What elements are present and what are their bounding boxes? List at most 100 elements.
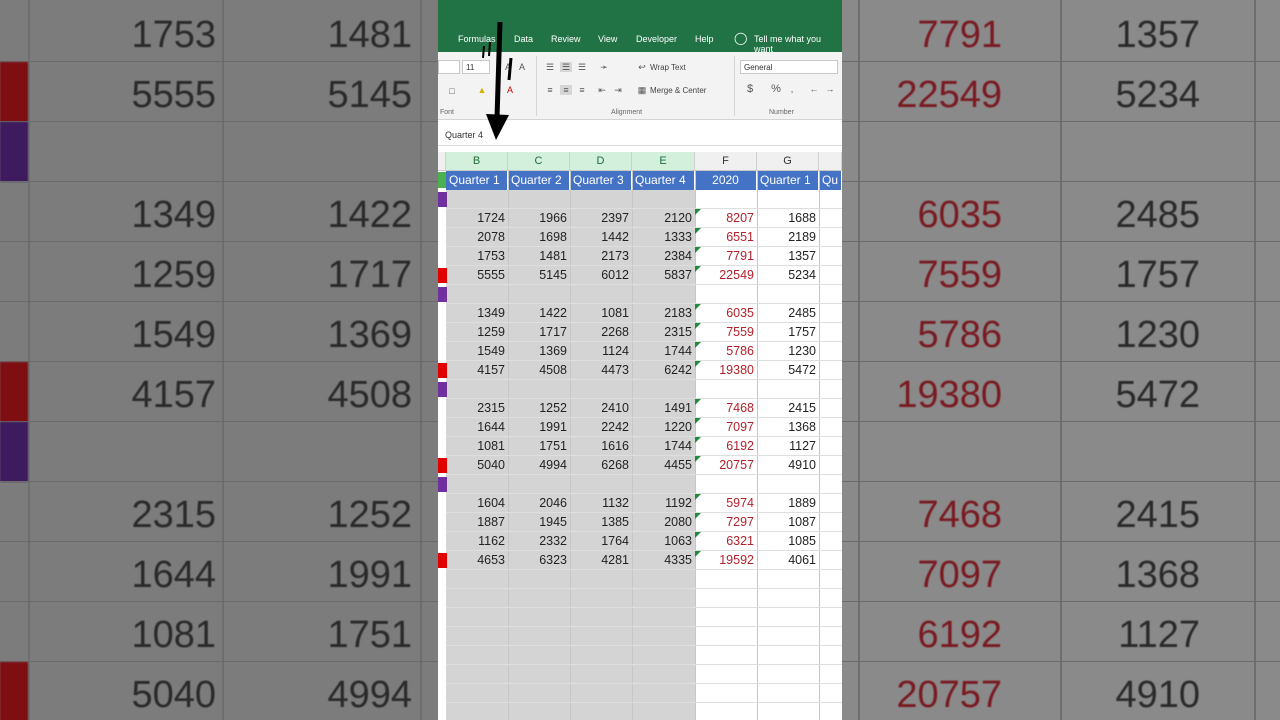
table-cell[interactable]: 6323 bbox=[508, 551, 570, 570]
table-cell[interactable]: 4455 bbox=[632, 456, 695, 475]
error-indicator-icon[interactable] bbox=[695, 532, 701, 538]
table-cell[interactable]: 1220 bbox=[632, 418, 695, 437]
table-cell[interactable]: 1644 bbox=[446, 418, 508, 437]
table-cell[interactable]: 1369 bbox=[508, 342, 570, 361]
table-cell[interactable]: 5786 bbox=[695, 342, 757, 361]
table-cell[interactable]: 5472 bbox=[757, 361, 819, 380]
table-cell[interactable] bbox=[757, 475, 819, 494]
error-indicator-icon[interactable] bbox=[695, 361, 701, 367]
table-cell[interactable]: 4335 bbox=[632, 551, 695, 570]
column-header-b[interactable]: B bbox=[446, 152, 508, 171]
table-cell[interactable] bbox=[570, 190, 632, 209]
table-cell[interactable]: 5837 bbox=[632, 266, 695, 285]
table-cell[interactable]: 2078 bbox=[446, 228, 508, 247]
table-cell[interactable]: 2485 bbox=[757, 304, 819, 323]
table-cell[interactable]: 2189 bbox=[757, 228, 819, 247]
error-indicator-icon[interactable] bbox=[695, 418, 701, 424]
decrease-indent-icon[interactable]: ⇤ bbox=[596, 85, 608, 95]
table-cell[interactable]: 4281 bbox=[570, 551, 632, 570]
table-cell[interactable]: 5145 bbox=[508, 266, 570, 285]
table-cell[interactable]: 1422 bbox=[508, 304, 570, 323]
table-cell[interactable]: 1698 bbox=[508, 228, 570, 247]
table-cell[interactable]: 7791 bbox=[695, 247, 757, 266]
table-cell[interactable] bbox=[632, 380, 695, 399]
column-header-e[interactable]: E bbox=[632, 152, 695, 171]
error-indicator-icon[interactable] bbox=[695, 551, 701, 557]
table-cell[interactable]: 2046 bbox=[508, 494, 570, 513]
table-cell[interactable] bbox=[632, 475, 695, 494]
table-cell[interactable]: 2415 bbox=[757, 399, 819, 418]
table-cell[interactable]: 1744 bbox=[632, 342, 695, 361]
table-cell[interactable]: 1333 bbox=[632, 228, 695, 247]
spreadsheet-grid[interactable]: Quarter 1 Quarter 2 Quarter 3 Quarter 4 … bbox=[446, 171, 842, 720]
table-cell[interactable]: 7559 bbox=[695, 323, 757, 342]
header-cell[interactable]: Quarter 4 bbox=[632, 171, 695, 190]
error-indicator-icon[interactable] bbox=[695, 513, 701, 519]
table-cell[interactable]: 5555 bbox=[446, 266, 508, 285]
header-cell[interactable]: 2020 bbox=[695, 171, 757, 190]
error-indicator-icon[interactable] bbox=[695, 228, 701, 234]
table-cell[interactable]: 2183 bbox=[632, 304, 695, 323]
table-cell[interactable] bbox=[570, 285, 632, 304]
table-cell[interactable]: 1385 bbox=[570, 513, 632, 532]
table-cell[interactable]: 8207 bbox=[695, 209, 757, 228]
middle-align-icon[interactable]: ☰ bbox=[560, 62, 572, 72]
comma-style-icon[interactable]: , bbox=[786, 84, 798, 94]
table-cell[interactable]: 1081 bbox=[570, 304, 632, 323]
error-indicator-icon[interactable] bbox=[695, 323, 701, 329]
table-cell[interactable] bbox=[570, 475, 632, 494]
header-cell[interactable]: Quarter 3 bbox=[570, 171, 632, 190]
decrease-decimal-icon[interactable]: → bbox=[824, 84, 836, 94]
table-cell[interactable]: 1616 bbox=[570, 437, 632, 456]
table-cell[interactable]: 6012 bbox=[570, 266, 632, 285]
table-cell[interactable]: 1604 bbox=[446, 494, 508, 513]
table-cell[interactable] bbox=[632, 285, 695, 304]
table-cell[interactable]: 1751 bbox=[508, 437, 570, 456]
table-cell[interactable]: 1442 bbox=[570, 228, 632, 247]
table-cell[interactable]: 1491 bbox=[632, 399, 695, 418]
column-header-g[interactable]: G bbox=[757, 152, 819, 171]
error-indicator-icon[interactable] bbox=[695, 494, 701, 500]
table-cell[interactable]: 2315 bbox=[632, 323, 695, 342]
table-cell[interactable]: 2384 bbox=[632, 247, 695, 266]
table-cell[interactable]: 6268 bbox=[570, 456, 632, 475]
table-cell[interactable]: 2242 bbox=[570, 418, 632, 437]
table-cell[interactable]: 2315 bbox=[446, 399, 508, 418]
table-cell[interactable]: 1230 bbox=[757, 342, 819, 361]
error-indicator-icon[interactable] bbox=[695, 304, 701, 310]
table-cell[interactable]: 5040 bbox=[446, 456, 508, 475]
table-cell[interactable]: 1124 bbox=[570, 342, 632, 361]
table-cell[interactable]: 4508 bbox=[508, 361, 570, 380]
table-cell[interactable]: 2397 bbox=[570, 209, 632, 228]
align-center-icon[interactable]: ≡ bbox=[560, 85, 572, 95]
table-cell[interactable]: 1481 bbox=[508, 247, 570, 266]
table-cell[interactable]: 1991 bbox=[508, 418, 570, 437]
table-cell[interactable]: 7468 bbox=[695, 399, 757, 418]
table-cell[interactable]: 1132 bbox=[570, 494, 632, 513]
table-cell[interactable] bbox=[508, 380, 570, 399]
error-indicator-icon[interactable] bbox=[695, 247, 701, 253]
wrap-text-button[interactable]: Wrap Text bbox=[650, 63, 686, 72]
table-cell[interactable]: 1087 bbox=[757, 513, 819, 532]
tab-view[interactable]: View bbox=[598, 34, 617, 44]
table-cell[interactable] bbox=[508, 475, 570, 494]
top-align-icon[interactable]: ☰ bbox=[544, 62, 556, 72]
table-cell[interactable]: 1764 bbox=[570, 532, 632, 551]
table-cell[interactable]: 2120 bbox=[632, 209, 695, 228]
table-cell[interactable]: 1368 bbox=[757, 418, 819, 437]
table-cell[interactable]: 1757 bbox=[757, 323, 819, 342]
error-indicator-icon[interactable] bbox=[695, 399, 701, 405]
increase-decimal-icon[interactable]: ← bbox=[808, 84, 820, 94]
table-cell[interactable] bbox=[508, 190, 570, 209]
table-cell[interactable]: 6242 bbox=[632, 361, 695, 380]
column-header-d[interactable]: D bbox=[570, 152, 632, 171]
tab-developer[interactable]: Developer bbox=[636, 34, 677, 44]
percent-format-button[interactable]: % bbox=[770, 84, 782, 95]
table-cell[interactable]: 2332 bbox=[508, 532, 570, 551]
table-cell[interactable]: 4061 bbox=[757, 551, 819, 570]
table-cell[interactable]: 20757 bbox=[695, 456, 757, 475]
table-cell[interactable]: 2173 bbox=[570, 247, 632, 266]
table-cell[interactable]: 2410 bbox=[570, 399, 632, 418]
table-cell[interactable]: 6192 bbox=[695, 437, 757, 456]
table-cell[interactable]: 4653 bbox=[446, 551, 508, 570]
